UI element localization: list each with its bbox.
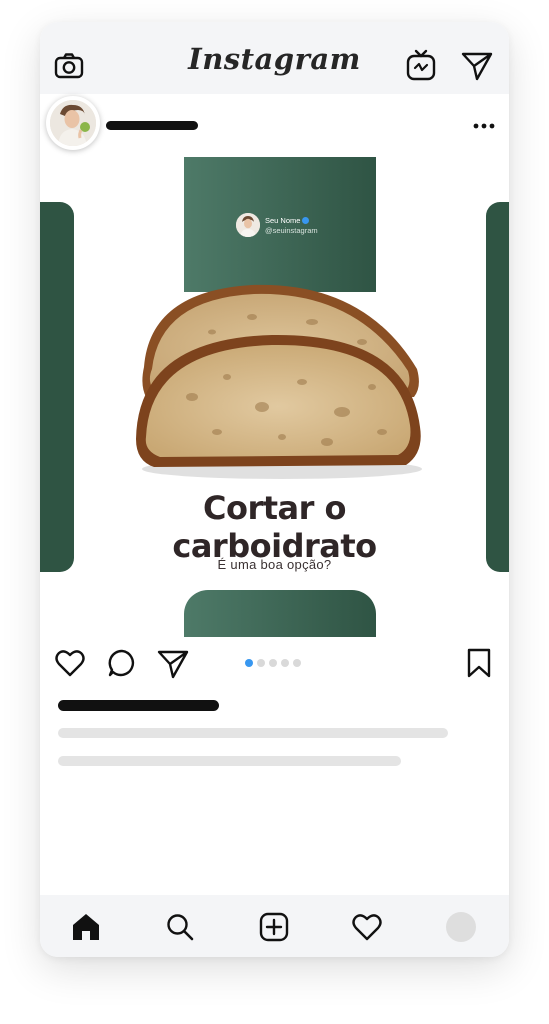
post-actions [40, 642, 509, 686]
app-logo: Instagram [188, 42, 361, 76]
search-icon[interactable] [165, 912, 195, 942]
carousel-dot [269, 659, 277, 667]
top-bar: Instagram [40, 22, 509, 94]
share-icon[interactable] [157, 649, 189, 679]
bread-slices-image [136, 284, 422, 479]
bottom-navigation [40, 895, 509, 957]
profile-avatar[interactable] [46, 96, 100, 150]
bookmark-icon[interactable] [466, 648, 492, 678]
home-icon[interactable] [71, 912, 101, 942]
verified-badge-icon [302, 217, 310, 224]
heart-icon[interactable] [55, 649, 85, 677]
profile-tab-avatar[interactable] [446, 912, 476, 942]
likes-placeholder [58, 700, 219, 711]
post-headline: Cortar o carboidrato [40, 489, 509, 565]
add-post-icon[interactable] [259, 912, 289, 942]
carousel-dot [293, 659, 301, 667]
activity-heart-icon[interactable] [352, 912, 382, 942]
caption-placeholder-line [58, 728, 448, 738]
phone-frame: Instagram Seu Nome @seuinstagram Cortar … [40, 22, 509, 957]
igtv-icon[interactable] [406, 49, 436, 81]
direct-message-icon[interactable] [461, 51, 493, 81]
username-placeholder[interactable] [106, 121, 198, 130]
creator-handle: @seuinstagram [265, 226, 318, 235]
slide-background-bottom [184, 590, 376, 637]
carousel-indicator [245, 659, 301, 667]
caption-placeholder-line [58, 756, 401, 766]
creator-name: Seu Nome [265, 216, 301, 225]
comment-icon[interactable] [107, 648, 137, 678]
carousel-dot [257, 659, 265, 667]
creator-avatar [236, 213, 260, 237]
carousel-dot [245, 659, 253, 667]
carousel-dot [281, 659, 289, 667]
post-carousel[interactable]: Seu Nome @seuinstagram Cortar o carboidr… [40, 157, 509, 637]
avatar-photo [50, 100, 96, 146]
headline-line-1: Cortar o [202, 489, 347, 527]
more-options-icon[interactable] [472, 122, 496, 130]
post-subheadline: É uma boa opção? [217, 557, 332, 572]
